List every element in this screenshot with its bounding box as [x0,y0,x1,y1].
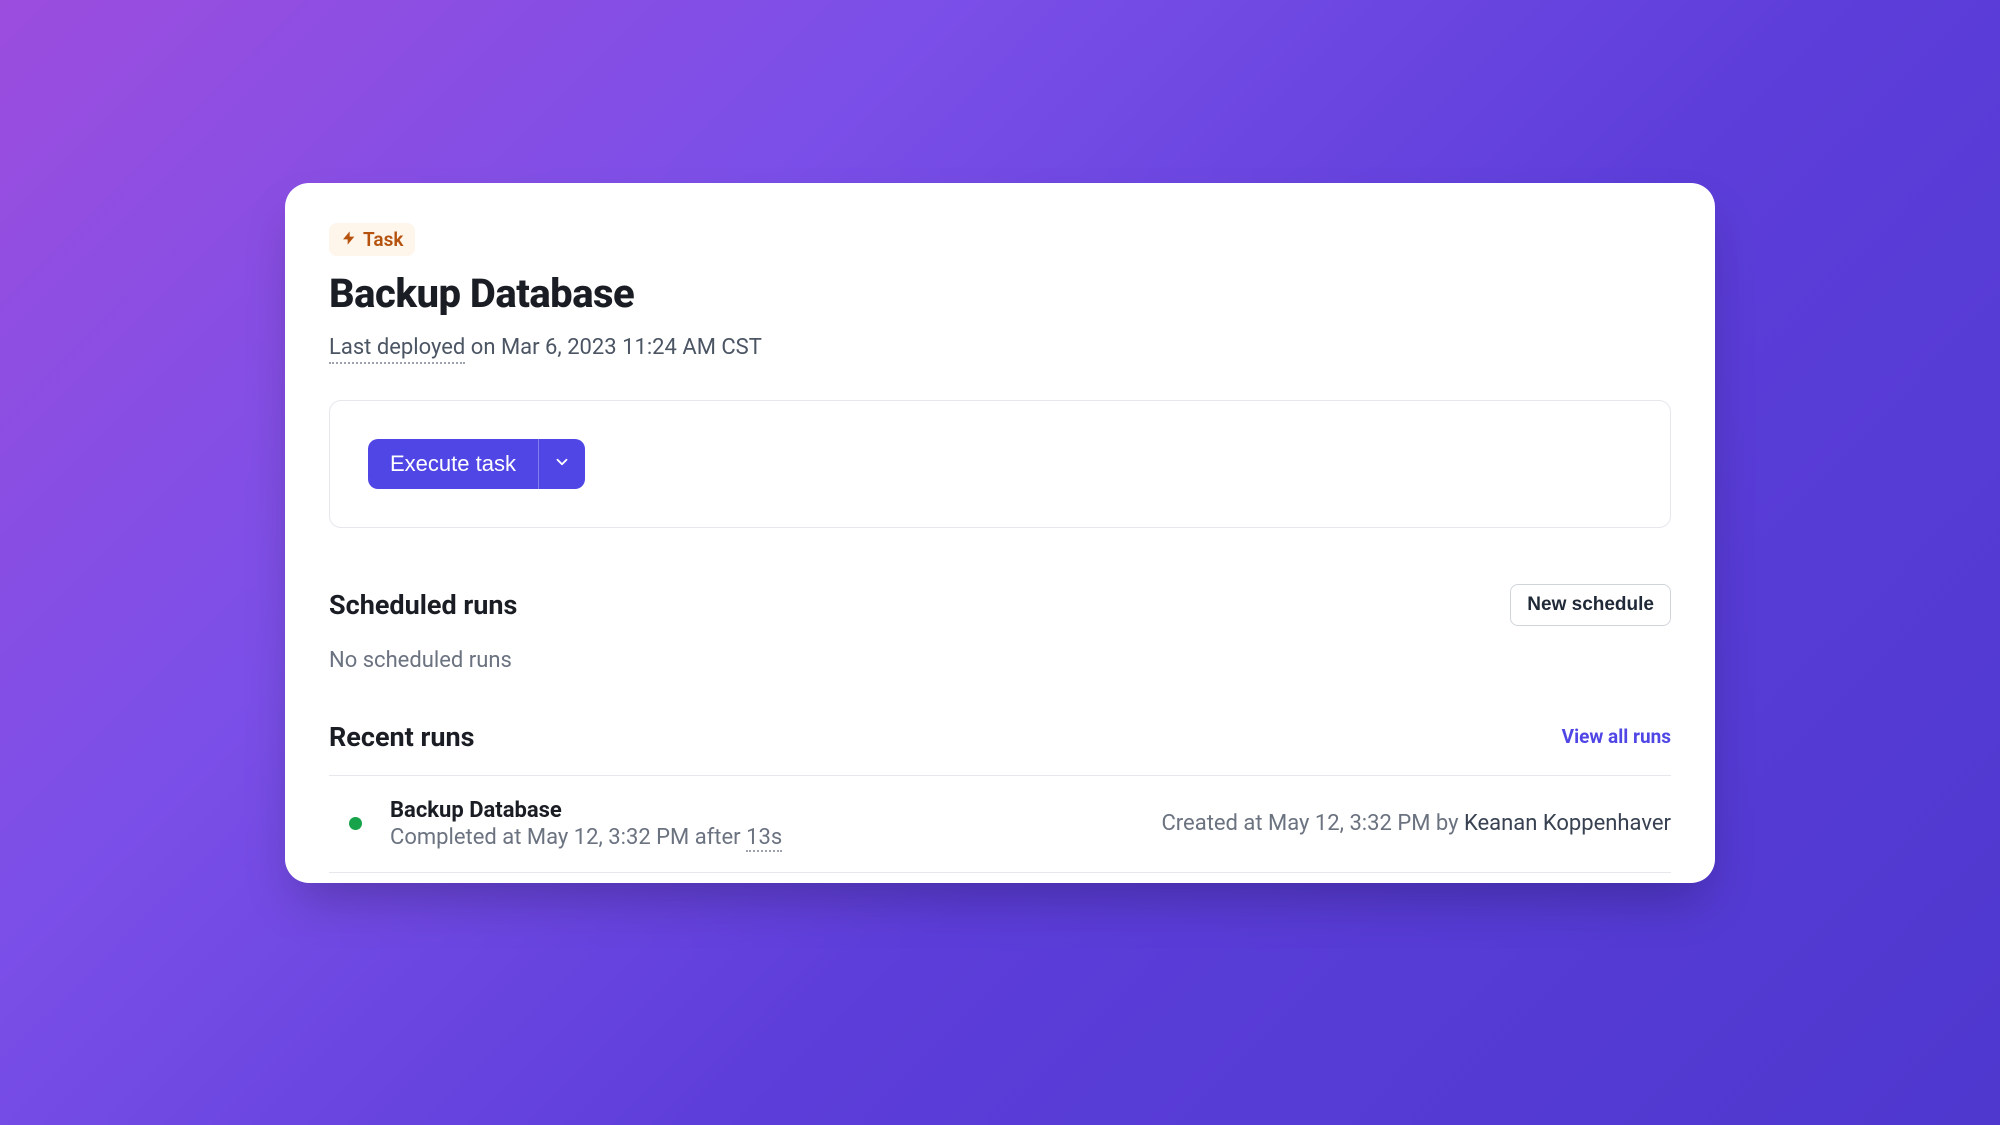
task-badge-label: Task [363,228,403,251]
execute-panel: Execute task [329,400,1671,528]
chevron-down-icon [553,453,571,474]
scheduled-runs-title: Scheduled runs [329,589,517,621]
run-name: Backup Database [390,798,1161,823]
recent-runs-header: Recent runs View all runs [329,721,1671,753]
created-at-label: Created at [1161,811,1268,836]
recent-runs-list: Backup Database Completed at May 12, 3:3… [329,775,1671,873]
created-at-time: May 12, 3:32 PM [1268,811,1430,836]
lightning-icon [341,228,357,251]
by-label: by [1430,811,1464,836]
task-badge: Task [329,223,415,256]
last-deployed-time: on Mar 6, 2023 11:24 AM CST [465,335,762,360]
run-completed-prefix: Completed at May 12, 3:32 PM after [390,825,746,850]
page-title: Backup Database [329,270,1671,317]
execute-button-group: Execute task [368,439,585,489]
no-scheduled-runs-text: No scheduled runs [329,648,1671,673]
execute-task-button[interactable]: Execute task [368,439,538,489]
deploy-info: Last deployed on Mar 6, 2023 11:24 AM CS… [329,335,1671,360]
task-card: Task Backup Database Last deployed on Ma… [285,183,1715,883]
new-schedule-button[interactable]: New schedule [1510,584,1671,626]
view-all-runs-link[interactable]: View all runs [1562,725,1671,748]
run-info: Backup Database Completed at May 12, 3:3… [390,798,1161,850]
last-deployed-label: Last deployed [329,335,465,364]
scheduled-runs-header: Scheduled runs New schedule [329,584,1671,626]
recent-runs-title: Recent runs [329,721,475,753]
run-row[interactable]: Backup Database Completed at May 12, 3:3… [329,776,1671,873]
execute-dropdown-button[interactable] [538,439,585,489]
run-meta: Created at May 12, 3:32 PM by Keanan Kop… [1161,811,1671,836]
run-duration: 13s [746,825,782,852]
run-completed-text: Completed at May 12, 3:32 PM after 13s [390,825,1161,850]
status-success-icon [349,817,362,830]
run-author: Keanan Koppenhaver [1464,811,1671,836]
